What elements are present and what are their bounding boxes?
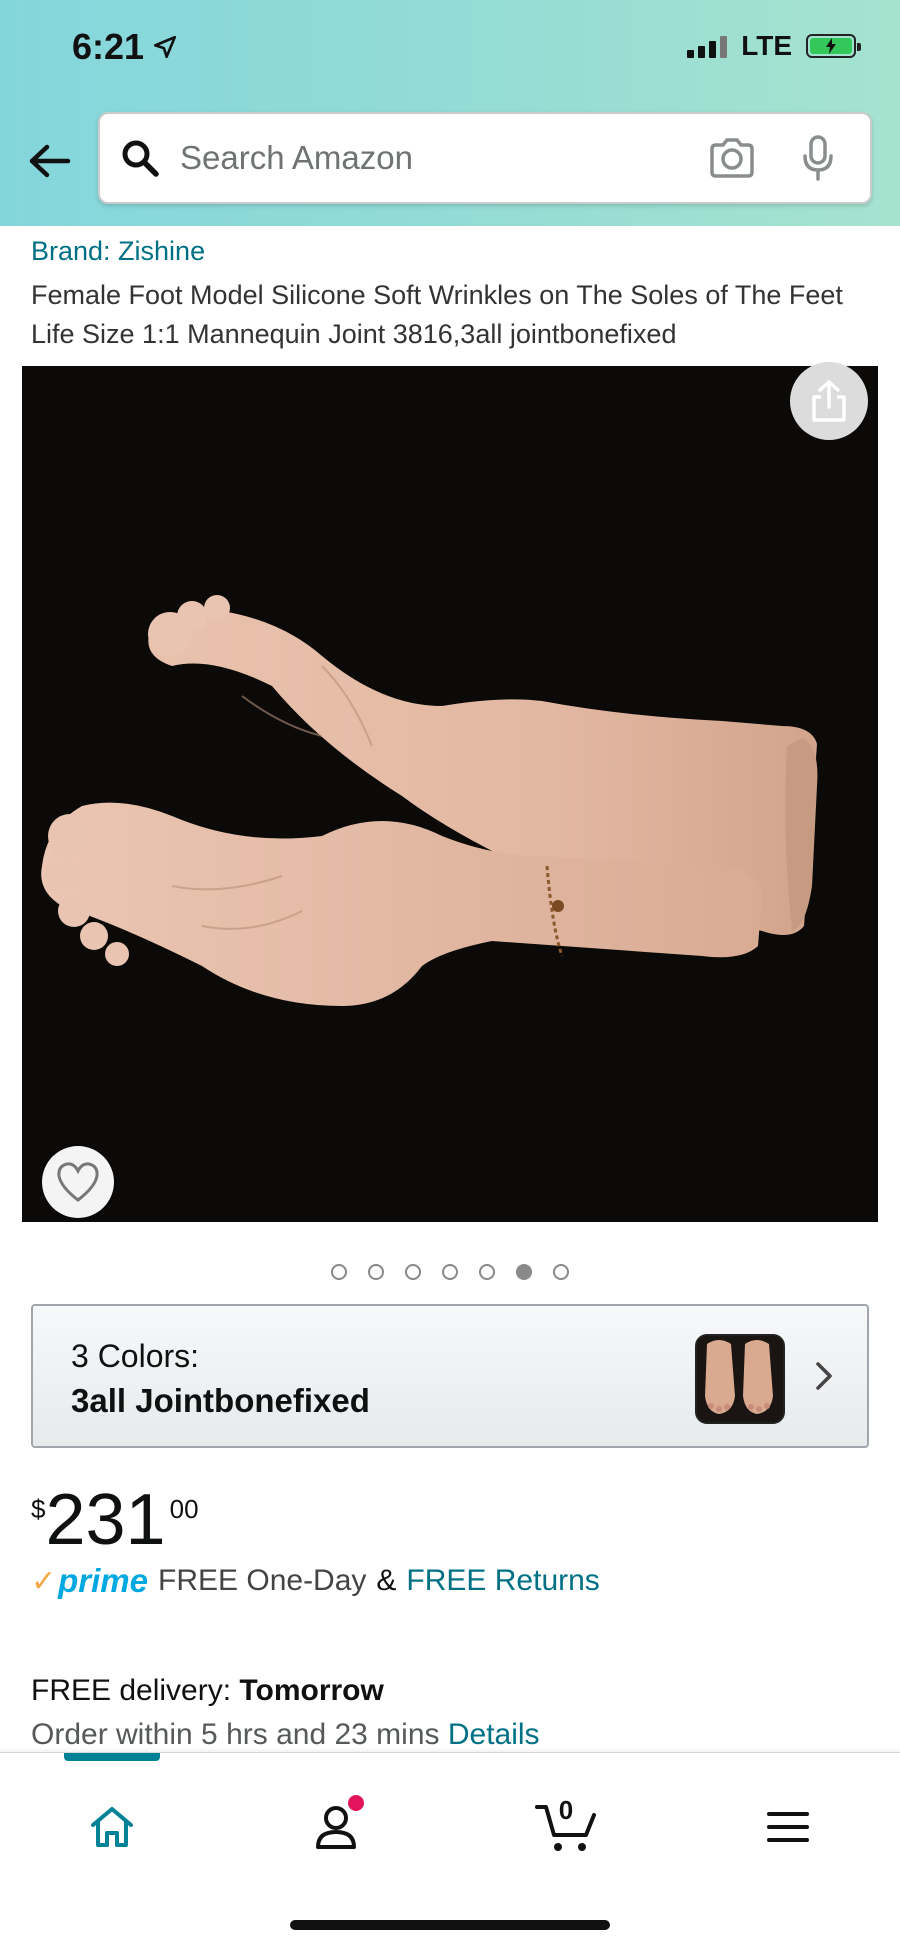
product-image[interactable] (22, 366, 878, 1222)
free-returns-link[interactable]: FREE Returns (406, 1564, 599, 1598)
search-bar[interactable] (98, 112, 872, 204)
signal-icon (687, 34, 728, 58)
status-bar-time: 6:21 (72, 26, 178, 68)
delivery-label: FREE delivery: (31, 1674, 240, 1707)
search-input[interactable] (178, 138, 704, 178)
prime-logo: ✓ prime (31, 1562, 148, 1600)
prime-shipping-row: ✓ prime FREE One-Day & FREE Returns (31, 1562, 600, 1600)
network-label: LTE (741, 30, 792, 61)
carousel-dot[interactable] (368, 1264, 384, 1280)
order-within: Order within 5 hrs and 23 mins Details (31, 1718, 540, 1752)
microphone-icon[interactable] (790, 130, 846, 186)
battery-icon (806, 34, 861, 58)
color-variant-selector[interactable]: 3 Colors: 3all Jointbonefixed (31, 1304, 869, 1448)
order-within-text: Order within 5 hrs and 23 mins (31, 1718, 448, 1751)
nav-menu[interactable] (748, 1787, 828, 1867)
hamburger-menu-icon (767, 1812, 809, 1842)
price-currency: $ (31, 1494, 46, 1524)
add-to-wishlist-button[interactable] (42, 1146, 114, 1218)
delivery-info: FREE delivery: Tomorrow (31, 1674, 384, 1708)
prime-shipping-text: FREE One-Day (158, 1564, 367, 1597)
product-title: Female Foot Model Silicone Soft Wrinkles… (31, 280, 843, 349)
status-bar-right: LTE (687, 30, 861, 62)
chevron-right-icon (816, 1362, 832, 1390)
heart-icon (57, 1162, 99, 1202)
nav-home[interactable] (72, 1787, 152, 1867)
search-icon (118, 136, 162, 180)
product-photo (22, 366, 878, 1222)
back-arrow-icon (29, 144, 71, 178)
brand-link[interactable]: Brand: Zishine (31, 236, 205, 267)
home-icon (91, 1807, 133, 1847)
location-arrow-icon (154, 35, 177, 59)
prime-amp: & (376, 1564, 397, 1597)
prime-check-icon: ✓ (31, 1564, 57, 1598)
home-indicator (290, 1920, 610, 1930)
app-header: 6:21 LTE (0, 0, 900, 226)
carousel-dot[interactable] (442, 1264, 458, 1280)
nav-cart[interactable]: 0 (526, 1787, 606, 1867)
share-icon (812, 380, 846, 422)
back-button[interactable] (24, 136, 74, 186)
charging-bolt-icon (826, 38, 836, 54)
price-whole: 231 (45, 1480, 166, 1560)
home-tab-indicator (64, 1753, 160, 1761)
cart-count: 0 (558, 1795, 574, 1825)
prime-logo-text: prime (58, 1562, 149, 1599)
price-fraction: 00 (169, 1494, 199, 1524)
share-button[interactable] (790, 362, 868, 440)
carousel-dot[interactable] (405, 1264, 421, 1280)
details-link[interactable]: Details (448, 1718, 540, 1751)
carousel-dot[interactable] (331, 1264, 347, 1280)
variant-thumbnail (695, 1334, 785, 1424)
delivery-date: Tomorrow (239, 1674, 384, 1707)
image-carousel-indicator (0, 1264, 900, 1280)
notification-dot (348, 1795, 364, 1811)
user-icon (316, 1806, 356, 1849)
camera-icon[interactable] (704, 130, 760, 186)
variant-label: 3 Colors: (71, 1338, 200, 1374)
carousel-dot[interactable] (479, 1264, 495, 1280)
price: $ 231 00 (31, 1482, 199, 1558)
variant-value: 3all Jointbonefixed (71, 1382, 370, 1419)
carousel-dot-active[interactable] (516, 1264, 532, 1280)
clock-text: 6:21 (72, 26, 145, 67)
carousel-dot[interactable] (553, 1264, 569, 1280)
nav-account[interactable] (296, 1787, 376, 1867)
